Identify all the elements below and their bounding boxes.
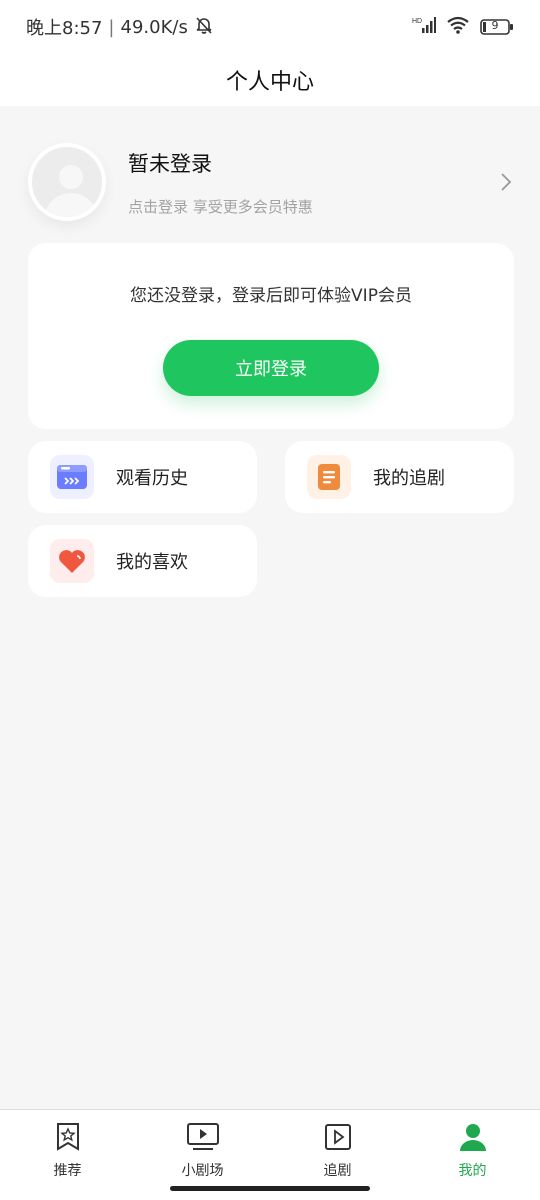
wifi-icon	[446, 16, 470, 39]
feature-my-follow[interactable]: 我的追剧	[285, 441, 514, 513]
status-right: HD 9	[412, 16, 514, 39]
login-card: 您还没登录，登录后即可体验VIP会员 立即登录	[28, 243, 514, 429]
feature-my-favorites[interactable]: 我的喜欢	[28, 525, 257, 597]
play-box-icon	[323, 1122, 353, 1156]
tab-recommend[interactable]: 推荐	[0, 1110, 135, 1200]
chevron-right-icon[interactable]	[496, 172, 516, 192]
history-icon	[50, 455, 94, 499]
tab-label: 我的	[458, 1163, 487, 1179]
follow-icon	[307, 455, 351, 499]
profile-name: 暂未登录	[128, 151, 212, 176]
mute-bell-icon	[194, 15, 214, 40]
status-divider: |	[108, 16, 115, 38]
page-title: 个人中心	[225, 70, 314, 95]
battery-level: 9	[491, 19, 499, 32]
heart-icon	[50, 539, 94, 583]
login-button[interactable]: 立即登录	[163, 340, 379, 396]
feature-label: 我的喜欢	[116, 552, 188, 573]
feature-watch-history[interactable]: 观看历史	[28, 441, 257, 513]
tv-play-icon	[186, 1122, 220, 1156]
profile-login-row[interactable]: 暂未登录 点击登录 享受更多会员特惠	[28, 140, 518, 224]
status-time: 晚上8:57	[26, 18, 103, 39]
tab-label: 推荐	[53, 1163, 82, 1179]
page-header: 个人中心	[0, 54, 540, 106]
feature-label: 观看历史	[116, 468, 188, 489]
user-icon	[458, 1122, 488, 1156]
bookmark-star-icon	[54, 1122, 82, 1156]
svg-text:HD: HD	[412, 18, 422, 25]
tab-mine[interactable]: 我的	[405, 1110, 540, 1200]
status-left: 晚上8:57 | 49.0K/s	[26, 14, 214, 40]
profile-text: 暂未登录 点击登录 享受更多会员特惠	[128, 148, 496, 217]
avatar-head-shape	[59, 165, 83, 189]
login-tip: 您还没登录，登录后即可体验VIP会员	[130, 286, 412, 306]
feature-label: 我的追剧	[373, 468, 445, 489]
avatar-body-shape	[44, 193, 98, 217]
avatar[interactable]	[28, 143, 106, 221]
battery-icon: 9	[480, 18, 514, 36]
status-speed: 49.0K/s	[120, 16, 188, 38]
profile-subtitle: 点击登录 享受更多会员特惠	[128, 197, 313, 216]
tab-label: 追剧	[323, 1163, 352, 1179]
status-bar: 晚上8:57 | 49.0K/s HD 9	[0, 0, 540, 54]
tab-label: 小剧场	[181, 1163, 224, 1179]
signal-icon: HD	[412, 16, 436, 39]
home-indicator	[170, 1186, 370, 1191]
